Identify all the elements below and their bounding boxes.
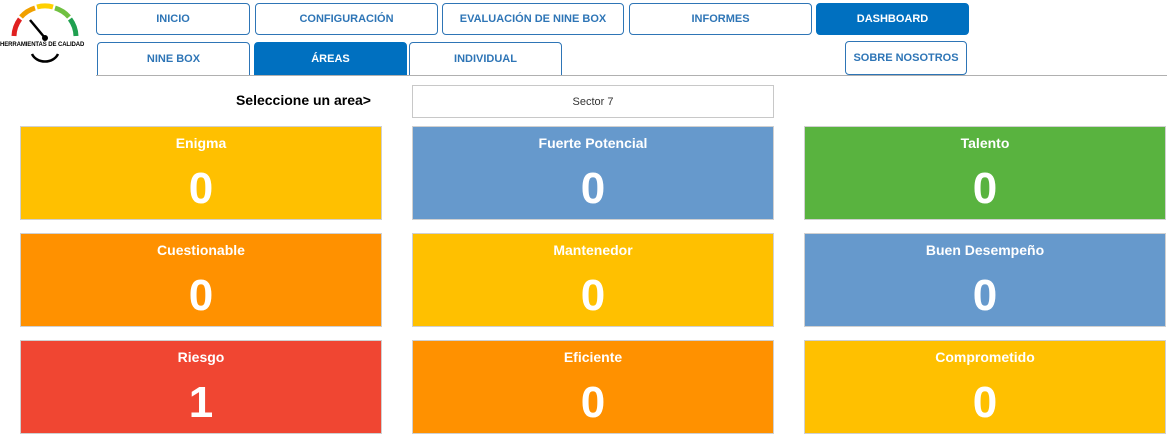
card-title: Mantenedor <box>553 242 633 258</box>
area-select-label: Seleccione un area> <box>235 92 371 108</box>
card-value: 0 <box>188 164 214 213</box>
nav-informes-button[interactable]: INFORMES <box>629 3 812 35</box>
card-value: 0 <box>972 164 998 213</box>
card-value: 0 <box>580 164 606 213</box>
dashboard-page: HERRAMIENTAS DE CALIDAD INICIO CONFIGURA… <box>0 0 1167 435</box>
card-title: Fuerte Potencial <box>538 135 648 151</box>
card-title: Enigma <box>175 135 227 151</box>
card-riesgo: Riesgo 1 <box>20 340 382 434</box>
card-buen-desempeno: Buen Desempeño 0 <box>804 233 1166 327</box>
card-title: Cuestionable <box>157 242 245 258</box>
area-select[interactable]: Sector 7 <box>412 85 774 118</box>
card-cuestionable: Cuestionable 0 <box>20 233 382 327</box>
card-title: Riesgo <box>177 349 225 365</box>
card-title: Eficiente <box>563 349 623 365</box>
nav-divider <box>96 75 1167 76</box>
card-eficiente: Eficiente 0 <box>412 340 774 434</box>
tab-areas[interactable]: ÁREAS <box>254 42 407 76</box>
card-talento: Talento 0 <box>804 126 1166 220</box>
card-comprometido: Comprometido 0 <box>804 340 1166 434</box>
nav-configuracion-button[interactable]: CONFIGURACIÓN <box>255 3 438 35</box>
card-value: 0 <box>188 271 214 320</box>
nav-evaluacion-button[interactable]: EVALUACIÓN DE NINE BOX <box>442 3 624 35</box>
card-enigma: Enigma 0 <box>20 126 382 220</box>
tab-individual[interactable]: INDIVIDUAL <box>409 42 562 76</box>
logo-text: HERRAMIENTAS DE CALIDAD <box>0 42 85 48</box>
card-value: 0 <box>580 378 606 427</box>
nav-dashboard-button[interactable]: DASHBOARD <box>816 3 969 35</box>
card-title: Talento <box>960 135 1010 151</box>
nav-inicio-button[interactable]: INICIO <box>96 3 250 35</box>
about-us-button[interactable]: SOBRE NOSOTROS <box>845 41 967 75</box>
card-title: Buen Desempeño <box>925 242 1045 258</box>
area-select-value: Sector 7 <box>572 95 614 108</box>
card-value: 1 <box>188 378 214 427</box>
card-title: Comprometido <box>935 349 1035 365</box>
card-value: 0 <box>972 271 998 320</box>
card-value: 0 <box>972 378 998 427</box>
gauge-icon <box>11 3 79 63</box>
card-mantenedor: Mantenedor 0 <box>412 233 774 327</box>
logo: HERRAMIENTAS DE CALIDAD <box>0 2 92 72</box>
tab-nine-box[interactable]: NINE BOX <box>97 42 250 76</box>
card-fuerte-potencial: Fuerte Potencial 0 <box>412 126 774 220</box>
card-value: 0 <box>580 271 606 320</box>
